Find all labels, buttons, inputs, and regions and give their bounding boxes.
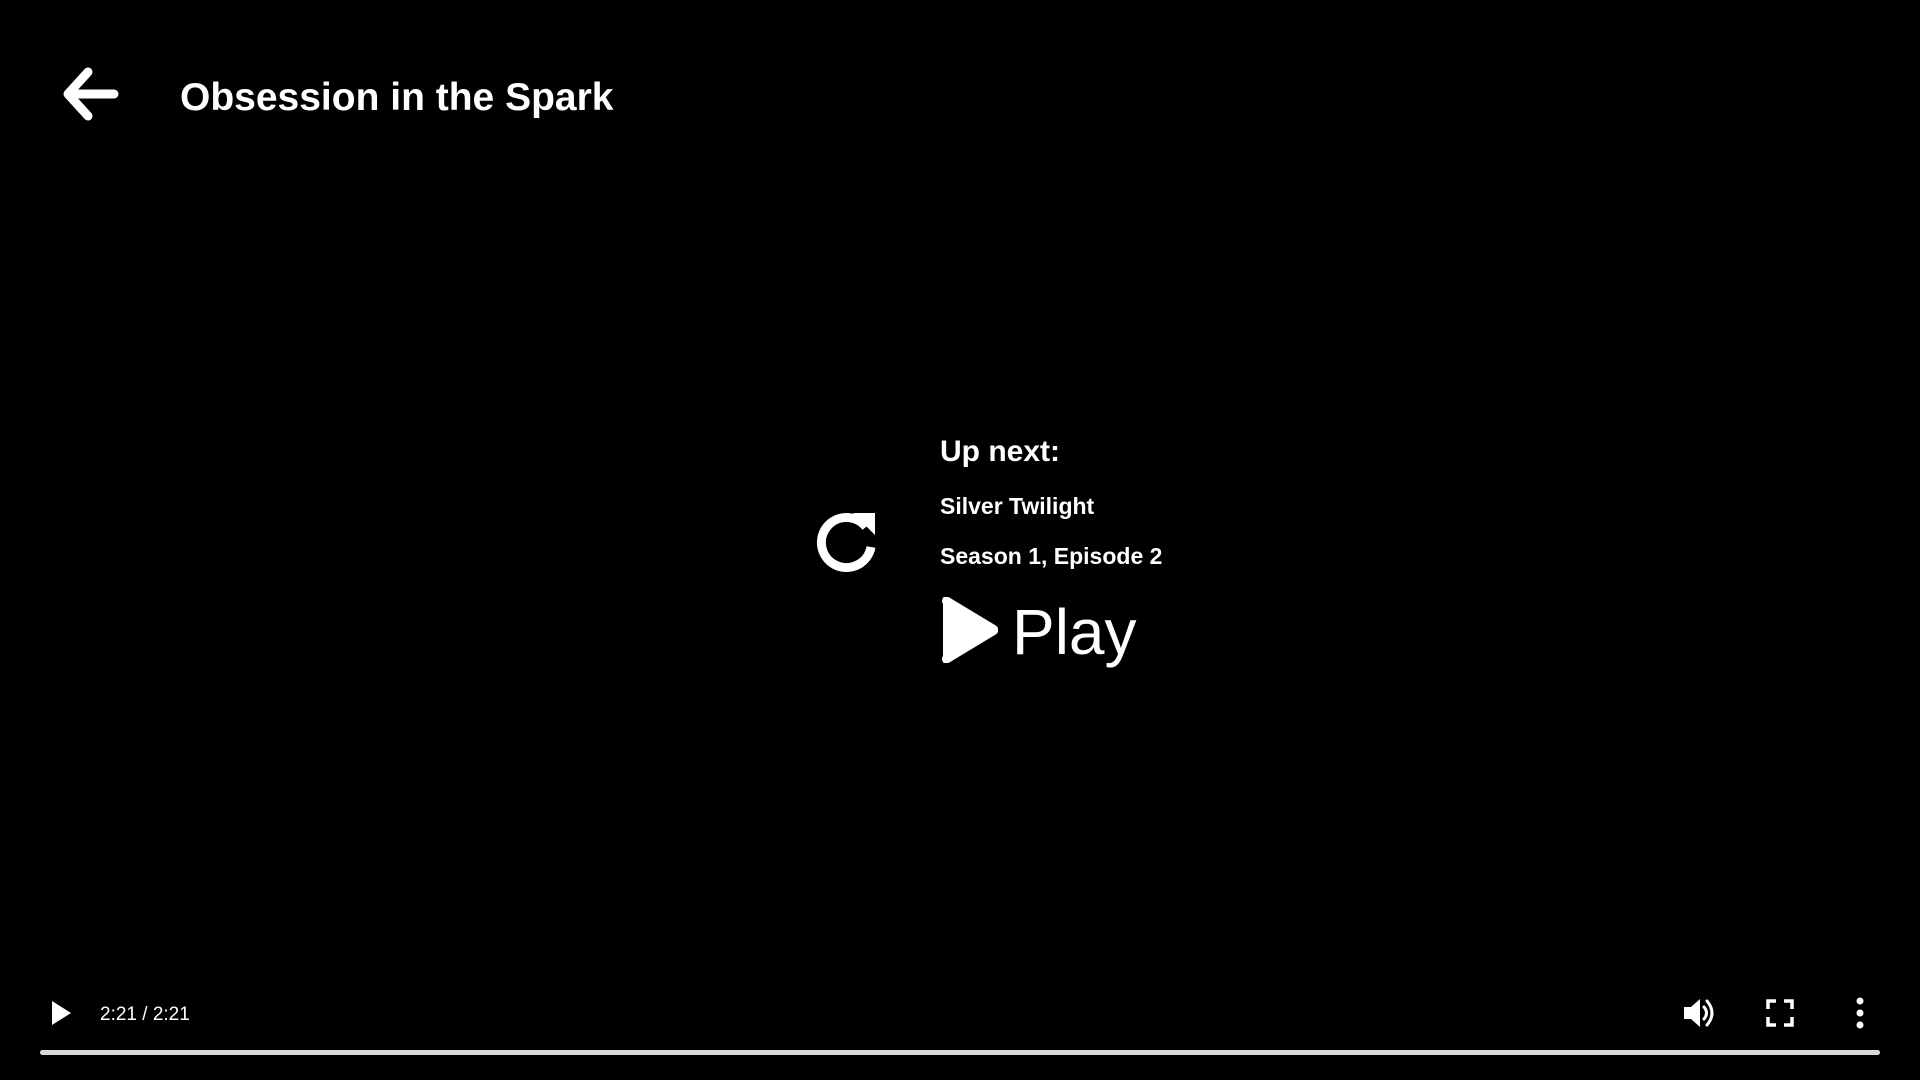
next-episode-title: Silver Twilight <box>940 493 1095 519</box>
more-options-button[interactable] <box>1838 993 1882 1037</box>
replay-icon <box>815 507 881 578</box>
next-episode-meta: Season 1, Episode 2 <box>940 543 1163 569</box>
up-next-overlay: Up next: Silver Twilight Season 1, Episo… <box>810 430 1210 670</box>
video-player: Obsession in the Spark Up next: Silver T… <box>0 0 1920 1080</box>
fullscreen-icon <box>1766 998 1794 1032</box>
replay-button[interactable] <box>810 505 885 580</box>
top-bar: Obsession in the Spark <box>0 0 1920 200</box>
progress-fill <box>40 1050 1880 1055</box>
video-title: Obsession in the Spark <box>180 76 614 119</box>
fullscreen-button[interactable] <box>1758 993 1802 1037</box>
play-next-button[interactable]: Play <box>940 595 1137 668</box>
back-button[interactable] <box>58 64 122 128</box>
arrow-left-icon <box>60 64 120 129</box>
progress-bar[interactable] <box>40 1050 1880 1055</box>
control-bar: 2:21 / 2:21 <box>0 980 1920 1080</box>
volume-button[interactable] <box>1677 993 1721 1037</box>
time-display: 2:21 / 2:21 <box>100 1004 190 1025</box>
play-icon <box>49 999 73 1032</box>
more-vertical-icon <box>1855 997 1865 1034</box>
up-next-label: Up next: <box>940 435 1060 468</box>
play-icon <box>940 595 999 668</box>
play-button[interactable] <box>39 993 83 1037</box>
play-next-label: Play <box>1012 596 1137 668</box>
volume-icon <box>1681 995 1717 1036</box>
